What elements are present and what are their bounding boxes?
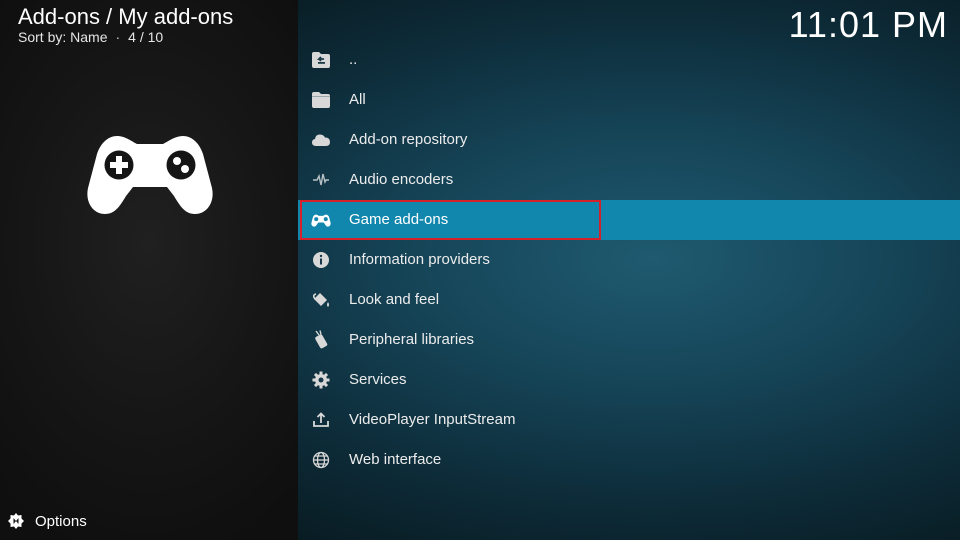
gamepad-icon <box>311 210 331 230</box>
sort-label: Sort by: Name <box>18 29 108 45</box>
list-item-web-interface[interactable]: Web interface <box>298 440 960 480</box>
options-label: Options <box>35 512 87 530</box>
separator-dot: · <box>115 29 121 45</box>
list-item-look-and-feel[interactable]: Look and feel <box>298 280 960 320</box>
list-item-all[interactable]: All <box>298 80 960 120</box>
page-title: Add-ons / My add-ons <box>18 4 234 29</box>
folder-icon <box>311 90 331 110</box>
sort-info: Sort by: Name · 4 / 10 <box>18 29 163 45</box>
item-position: 4 / 10 <box>128 29 164 45</box>
list-item-label: Look and feel <box>349 291 440 308</box>
options-button[interactable]: Options <box>7 511 87 531</box>
category-list: .. All Add-on repository Audio encoders <box>298 40 960 480</box>
list-item-videoplayer-inputstream[interactable]: VideoPlayer InputStream <box>298 400 960 440</box>
gear-icon <box>311 370 331 390</box>
list-item-label: Game add-ons <box>349 211 449 228</box>
list-item-services[interactable]: Services <box>298 360 960 400</box>
list-item-label: .. <box>349 51 358 68</box>
list-item-game-addons[interactable]: Game add-ons <box>298 200 960 240</box>
list-item-label: All <box>349 91 366 108</box>
list-item-label: VideoPlayer InputStream <box>349 411 516 428</box>
list-item-label: Web interface <box>349 451 442 468</box>
list-item-audio-encoders[interactable]: Audio encoders <box>298 160 960 200</box>
list-item-label: Services <box>349 371 407 388</box>
left-panel <box>0 0 298 540</box>
options-icon <box>8 513 24 529</box>
list-item-label: Add-on repository <box>349 131 468 148</box>
list-item-label: Information providers <box>349 251 490 268</box>
gamepad-icon <box>87 136 213 214</box>
kodi-addons-screen: Add-ons / My add-ons Sort by: Name · 4 / 1… <box>0 0 960 540</box>
highlight-box <box>300 200 601 240</box>
list-item-label: Peripheral libraries <box>349 331 475 348</box>
list-item-label: Audio encoders <box>349 171 454 188</box>
info-icon <box>311 250 331 270</box>
paint-bucket-icon <box>311 290 331 310</box>
cloud-icon <box>311 130 331 150</box>
back-folder-icon <box>311 50 331 70</box>
globe-icon <box>311 450 331 470</box>
peripheral-icon <box>311 330 331 350</box>
upload-icon <box>311 410 331 430</box>
waveform-icon <box>311 170 331 190</box>
list-item-parent[interactable]: .. <box>298 40 960 80</box>
list-item-peripheral-libraries[interactable]: Peripheral libraries <box>298 320 960 360</box>
list-item-addon-repository[interactable]: Add-on repository <box>298 120 960 160</box>
list-item-information-providers[interactable]: Information providers <box>298 240 960 280</box>
